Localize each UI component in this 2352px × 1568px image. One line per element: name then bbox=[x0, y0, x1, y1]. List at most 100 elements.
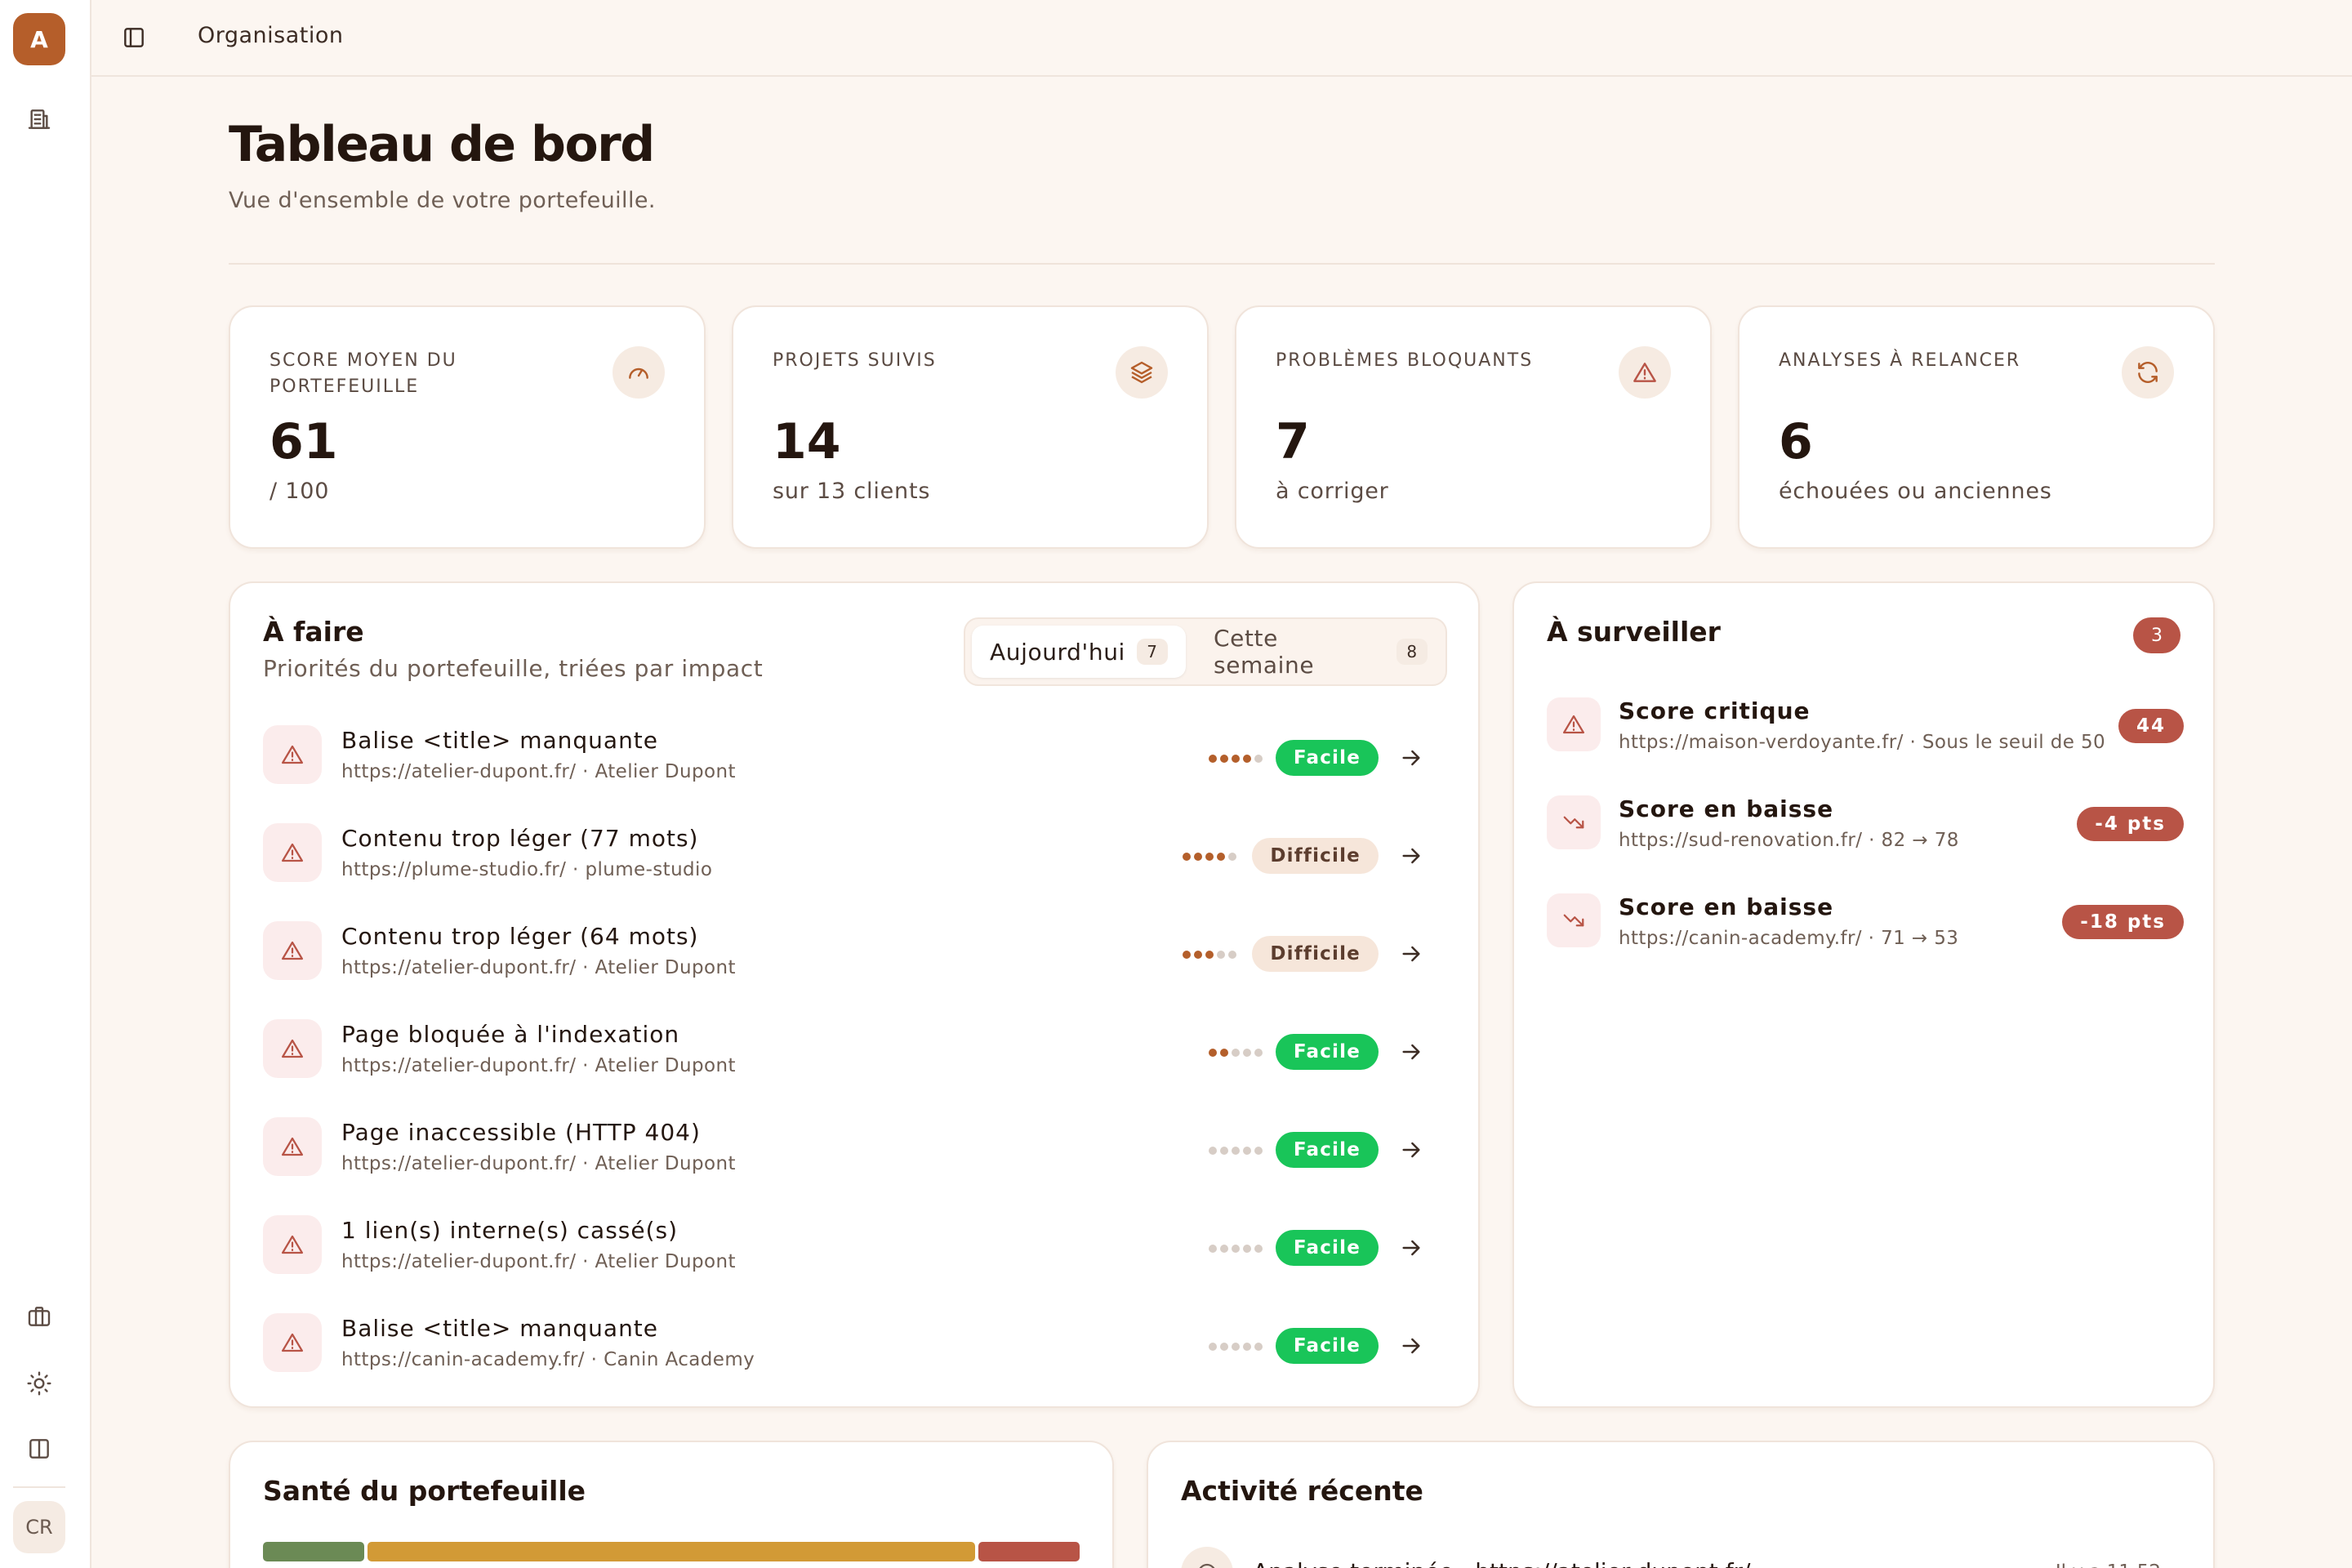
arrow-right-icon[interactable] bbox=[1398, 745, 1424, 771]
header-divider bbox=[229, 263, 2215, 265]
tab-count: 7 bbox=[1136, 639, 1168, 665]
watch-title: Score critique bbox=[1619, 697, 1811, 724]
org-logo[interactable]: A bbox=[13, 13, 65, 65]
stat-label: ANALYSES À RELANCER bbox=[1779, 350, 2021, 371]
impact-dot bbox=[1209, 1245, 1217, 1253]
arrow-right-icon[interactable] bbox=[1398, 941, 1424, 967]
arrow-right-icon[interactable] bbox=[1398, 1039, 1424, 1065]
impact-dots bbox=[1209, 755, 1263, 763]
task-row[interactable]: Contenu trop léger (64 mots) https://atel… bbox=[263, 916, 1457, 982]
sun-icon[interactable] bbox=[23, 1367, 56, 1400]
breadcrumb-organisation[interactable]: Organisation bbox=[198, 23, 344, 48]
difficulty-badge: Facile bbox=[1275, 1034, 1379, 1070]
alert-triangle-icon bbox=[263, 921, 322, 980]
impact-dot bbox=[1254, 1147, 1263, 1155]
impact-dot bbox=[1243, 1049, 1251, 1057]
difficulty-badge: Facile bbox=[1275, 1230, 1379, 1266]
watch-tag: -18 pts bbox=[2062, 905, 2184, 939]
impact-dot bbox=[1194, 951, 1202, 959]
tab-this-week[interactable]: Cette semaine 8 bbox=[1196, 625, 1446, 679]
impact-dot bbox=[1243, 1147, 1251, 1155]
impact-dot bbox=[1209, 1147, 1217, 1155]
impact-dot bbox=[1220, 755, 1228, 763]
arrow-right-icon[interactable] bbox=[1398, 1235, 1424, 1261]
alert-triangle-icon bbox=[263, 1019, 322, 1078]
activity-title: Activité récente bbox=[1181, 1475, 1423, 1507]
impact-dot bbox=[1232, 1049, 1240, 1057]
impact-dot bbox=[1243, 755, 1251, 763]
task-title: Contenu trop léger (64 mots) bbox=[341, 923, 699, 950]
page-subtitle: Vue d'ensemble de votre portefeuille. bbox=[229, 188, 656, 213]
impact-dot bbox=[1205, 853, 1214, 861]
stat-sub: / 100 bbox=[270, 479, 330, 504]
task-url: https://plume-studio.fr/ · plume-studio bbox=[341, 859, 713, 880]
task-url: https://atelier-dupont.fr/ · Atelier Dup… bbox=[341, 1251, 736, 1272]
alert-triangle-icon bbox=[263, 823, 322, 882]
stat-sub: à corriger bbox=[1276, 479, 1389, 504]
todo-card: À faire Priorités du portefeuille, triée… bbox=[229, 581, 1480, 1408]
watch-title: Score en baisse bbox=[1619, 893, 1834, 920]
building-icon[interactable] bbox=[23, 103, 56, 136]
impact-dot bbox=[1254, 755, 1263, 763]
arrow-right-icon[interactable] bbox=[1398, 1137, 1424, 1163]
watch-row[interactable]: Score en baisse https://canin-academy.fr/… bbox=[1547, 893, 2184, 959]
sidebar-toggle-icon[interactable] bbox=[118, 21, 150, 54]
tab-today[interactable]: Aujourd'hui 7 bbox=[972, 626, 1186, 678]
difficulty-badge: Facile bbox=[1275, 1328, 1379, 1364]
difficulty-badge: Difficile bbox=[1252, 936, 1379, 972]
impact-dot bbox=[1232, 1343, 1240, 1351]
impact-dot bbox=[1217, 853, 1225, 861]
alert-triangle-icon bbox=[1547, 697, 1601, 751]
health-bar bbox=[263, 1542, 1080, 1561]
panel-icon[interactable] bbox=[23, 1432, 56, 1465]
watch-row[interactable]: Score critique https://maison-verdoyante.… bbox=[1547, 697, 2184, 763]
watch-detail: https://maison-verdoyante.fr/ · Sous le … bbox=[1619, 732, 2106, 753]
health-card: Santé du portefeuille bbox=[229, 1441, 1114, 1568]
activity-item[interactable]: Analyse terminée · https://atelier-dupon… bbox=[1181, 1547, 2161, 1568]
topbar: Organisation bbox=[91, 0, 2352, 77]
task-title: Page bloquée à l'indexation bbox=[341, 1021, 680, 1048]
alert-triangle-icon bbox=[1619, 346, 1671, 399]
task-row[interactable]: Balise <title> manquante https://atelier-… bbox=[263, 720, 1457, 786]
trending-down-icon bbox=[1547, 893, 1601, 947]
task-row[interactable]: Contenu trop léger (77 mots) https://plum… bbox=[263, 818, 1457, 884]
task-row[interactable]: Page bloquée à l'indexation https://ateli… bbox=[263, 1014, 1457, 1080]
watch-tag: -4 pts bbox=[2077, 807, 2184, 841]
briefcase-icon[interactable] bbox=[23, 1300, 56, 1333]
sidebar-divider bbox=[13, 1486, 65, 1488]
alert-triangle-icon bbox=[263, 725, 322, 784]
impact-dot bbox=[1232, 1245, 1240, 1253]
impact-dot bbox=[1232, 1147, 1240, 1155]
impact-dot bbox=[1183, 853, 1191, 861]
activity-time: Il y a 11:52 bbox=[2056, 1561, 2161, 1568]
impact-dot bbox=[1194, 853, 1202, 861]
task-row[interactable]: Balise <title> manquante https://canin-ac… bbox=[263, 1308, 1457, 1374]
task-title: 1 lien(s) interne(s) cassé(s) bbox=[341, 1217, 679, 1244]
impact-dot bbox=[1220, 1049, 1228, 1057]
watch-detail: https://sud-renovation.fr/ · 82 → 78 bbox=[1619, 830, 1959, 851]
impact-dot bbox=[1209, 1343, 1217, 1351]
impact-dot bbox=[1205, 951, 1214, 959]
sidebar: A CR bbox=[0, 0, 91, 1568]
task-row[interactable]: Page inaccessible (HTTP 404) https://atel… bbox=[263, 1112, 1457, 1178]
stat-value: 14 bbox=[773, 413, 841, 470]
arrow-right-icon[interactable] bbox=[1398, 843, 1424, 869]
user-avatar[interactable]: CR bbox=[13, 1501, 65, 1553]
impact-dot bbox=[1183, 951, 1191, 959]
stat-label: SCORE MOYEN DU PORTEFEUILLE bbox=[270, 350, 457, 397]
arrow-right-icon[interactable] bbox=[1398, 1333, 1424, 1359]
watch-row[interactable]: Score en baisse https://sud-renovation.fr… bbox=[1547, 795, 2184, 861]
task-url: https://atelier-dupont.fr/ · Atelier Dup… bbox=[341, 1153, 736, 1174]
health-title: Santé du portefeuille bbox=[263, 1475, 586, 1507]
layers-icon bbox=[1116, 346, 1168, 399]
health-segment bbox=[263, 1542, 364, 1561]
todo-subtitle: Priorités du portefeuille, triées par im… bbox=[263, 655, 764, 682]
task-url: https://canin-academy.fr/ · Canin Academ… bbox=[341, 1349, 755, 1370]
stat-card-score: SCORE MOYEN DU PORTEFEUILLE 61 / 100 bbox=[229, 305, 706, 549]
impact-dot bbox=[1243, 1343, 1251, 1351]
stat-card-rerun: ANALYSES À RELANCER 6 échouées ou ancien… bbox=[1738, 305, 2215, 549]
impact-dots bbox=[1209, 1147, 1263, 1155]
impact-dot bbox=[1217, 951, 1225, 959]
activity-text: Analyse terminée · https://atelier-dupon… bbox=[1253, 1558, 1751, 1568]
task-row[interactable]: 1 lien(s) interne(s) cassé(s) https://ate… bbox=[263, 1210, 1457, 1276]
